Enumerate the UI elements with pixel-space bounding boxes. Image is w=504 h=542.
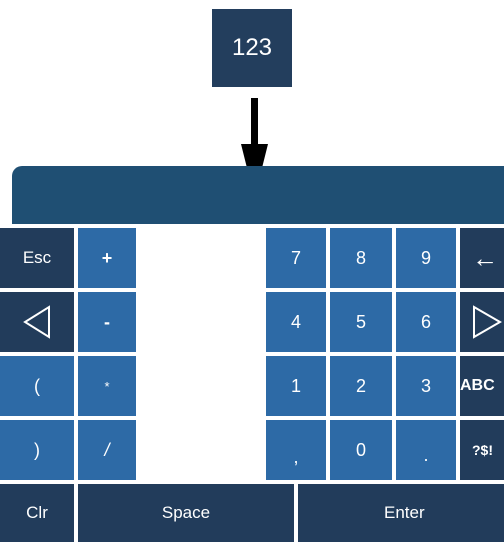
cursor-left-key[interactable]: [0, 292, 74, 352]
digit-8-key[interactable]: 8: [330, 228, 392, 288]
digit-3-key[interactable]: 3: [396, 356, 456, 416]
plus-key-label: +: [101, 247, 113, 268]
space-key[interactable]: Space: [78, 484, 294, 542]
callout-label: 123: [231, 34, 273, 61]
esc-key-label: Esc: [22, 248, 52, 267]
enter-key-label: Enter: [384, 503, 425, 522]
space-key-label: Space: [161, 503, 211, 522]
digit-9-label: 9: [420, 247, 431, 268]
digit-7-label: 7: [290, 247, 301, 268]
slash-label: /: [104, 439, 110, 460]
digit-5-key[interactable]: 5: [330, 292, 392, 352]
digit-2-label: 2: [355, 375, 366, 396]
minus-key[interactable]: -: [78, 292, 136, 352]
clear-key-label: Clr: [26, 503, 48, 522]
digit-9-key[interactable]: 9: [396, 228, 456, 288]
esc-key[interactable]: Esc: [0, 228, 74, 288]
comma-key[interactable]: ,: [266, 420, 326, 480]
keyboard-blank-area: [140, 228, 262, 456]
period-label: .: [423, 445, 429, 465]
symbols-mode-label: ?$!: [472, 442, 493, 458]
plus-key[interactable]: +: [78, 228, 136, 288]
slash-key[interactable]: /: [78, 420, 136, 480]
triangle-left-icon: [23, 305, 50, 339]
digit-1-key[interactable]: 1: [266, 356, 326, 416]
triangle-right-icon: [473, 305, 503, 339]
digit-6-label: 6: [420, 311, 431, 332]
minus-key-label: -: [104, 311, 110, 332]
asterisk-key[interactable]: *: [78, 356, 136, 416]
digit-5-label: 5: [355, 311, 366, 332]
digit-3-label: 3: [420, 375, 431, 396]
asterisk-label: *: [104, 378, 110, 394]
clear-key[interactable]: Clr: [0, 484, 74, 542]
digit-7-key[interactable]: 7: [266, 228, 326, 288]
numeric-mode-key-callout: 123: [212, 9, 292, 87]
comma-label: ,: [293, 447, 299, 467]
abc-mode-key[interactable]: ABC: [460, 356, 504, 416]
cursor-right-key[interactable]: [460, 292, 504, 352]
digit-1-label: 1: [290, 375, 301, 396]
enter-key[interactable]: Enter: [298, 484, 504, 542]
backspace-arrow-icon: ←: [472, 242, 498, 273]
digit-2-key[interactable]: 2: [330, 356, 392, 416]
period-key[interactable]: .: [396, 420, 456, 480]
close-paren-label: ): [34, 439, 40, 460]
symbols-mode-key[interactable]: ?$!: [460, 420, 504, 480]
digit-8-label: 8: [355, 247, 366, 268]
digit-6-key[interactable]: 6: [396, 292, 456, 352]
backspace-key[interactable]: ←: [460, 228, 504, 288]
open-paren-key[interactable]: (: [0, 356, 74, 416]
abc-mode-label: ABC: [460, 377, 495, 394]
digit-0-label: 0: [355, 439, 366, 460]
input-display-bar: [12, 166, 504, 224]
digit-4-key[interactable]: 4: [266, 292, 326, 352]
digit-4-label: 4: [290, 311, 301, 332]
open-paren-label: (: [34, 375, 40, 396]
keyboard-stage: 123 Esc + 7 8 9 ← - 4 5 6 (* 1 2 3 ABC …: [0, 0, 504, 542]
close-paren-key[interactable]: ): [0, 420, 74, 480]
digit-0-key[interactable]: 0: [330, 420, 392, 480]
